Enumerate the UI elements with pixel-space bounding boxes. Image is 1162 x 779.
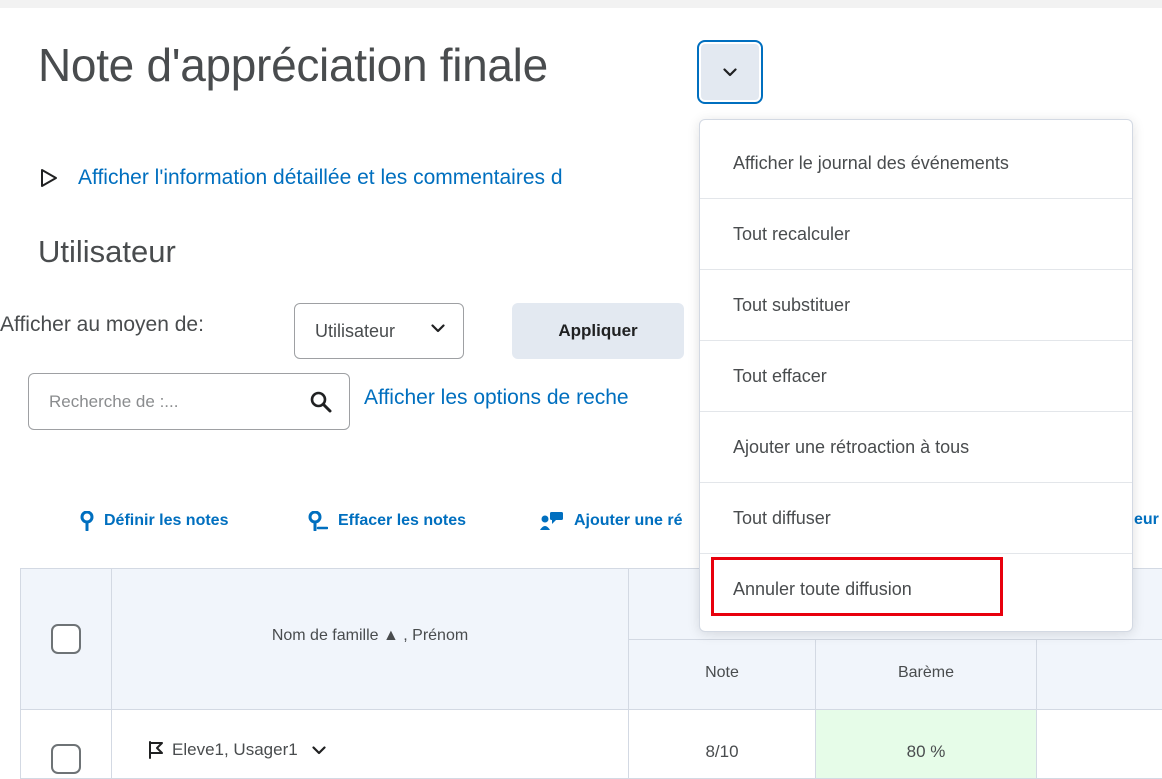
row-name-label: Eleve1, Usager1 xyxy=(172,740,298,759)
details-link[interactable]: Afficher l'information détaillée et les … xyxy=(78,166,563,190)
section-title: Utilisateur xyxy=(38,234,176,269)
clear-grades-button[interactable]: Effacer les notes xyxy=(308,511,466,531)
scheme-col-label: Barème xyxy=(897,664,955,681)
menu-item-add-feedback-all[interactable]: Ajouter une rétroaction à tous xyxy=(700,412,1132,483)
row-name[interactable]: Eleve1, Usager1 xyxy=(148,740,326,760)
grade-col-header: Note xyxy=(628,639,816,710)
menu-item-release-all[interactable]: Tout diffuser xyxy=(700,483,1132,554)
select-all-checkbox[interactable] xyxy=(51,624,81,654)
set-grades-button[interactable]: Définir les notes xyxy=(80,511,228,531)
feedback-icon xyxy=(540,512,563,530)
search-placeholder: Recherche de :... xyxy=(49,391,179,411)
pin-clear-icon xyxy=(308,511,328,531)
title-dropdown-menu: Afficher le journal des événements Tout … xyxy=(699,119,1133,632)
view-by-label: Afficher au moyen de: xyxy=(0,313,204,336)
set-grades-label: Définir les notes xyxy=(104,512,229,529)
row-grade: 8/10 xyxy=(705,742,739,761)
menu-item-override-all[interactable]: Tout substituer xyxy=(700,270,1132,341)
triangle-right-icon xyxy=(41,169,57,187)
row-select-cell xyxy=(20,709,112,779)
select-all-cell xyxy=(20,568,112,710)
apply-button[interactable]: Appliquer xyxy=(512,303,684,359)
row-extra-cell xyxy=(1036,709,1162,779)
table-row-name-cell: Eleve1, Usager1 xyxy=(111,709,629,779)
chevron-down-icon xyxy=(431,324,445,333)
search-input[interactable]: Recherche de :... xyxy=(28,373,350,430)
flag-icon xyxy=(149,741,163,759)
row-scheme: 80 % xyxy=(906,742,946,761)
grade-col-label: Note xyxy=(705,664,739,681)
view-by-select[interactable]: Utilisateur xyxy=(294,303,464,359)
add-feedback-button[interactable]: Ajouter une ré xyxy=(540,511,682,531)
add-feedback-label: Ajouter une ré xyxy=(574,512,683,529)
row-scheme-cell: 80 % xyxy=(815,709,1037,779)
toolbar-truncated-item[interactable]: eur xyxy=(1134,511,1159,529)
details-expander[interactable]: Afficher l'information détaillée et les … xyxy=(38,166,563,190)
menu-item-unrelease-all[interactable]: Annuler toute diffusion xyxy=(700,554,1132,625)
clear-grades-label: Effacer les notes xyxy=(338,512,467,529)
name-header-cell[interactable]: Nom de famille ▲ , Prénom xyxy=(111,568,629,710)
search-options-link[interactable]: Afficher les options de reche xyxy=(364,386,700,410)
title-menu-button[interactable] xyxy=(697,40,763,104)
row-grade-cell: 8/10 xyxy=(628,709,816,779)
menu-item-recalculate-all[interactable]: Tout recalculer xyxy=(700,199,1132,270)
chevron-down-icon xyxy=(723,67,737,76)
view-by-selected: Utilisateur xyxy=(315,320,396,341)
extra-col-header xyxy=(1036,639,1162,710)
menu-item-clear-all[interactable]: Tout effacer xyxy=(700,341,1132,412)
pin-icon xyxy=(80,511,94,531)
search-icon[interactable] xyxy=(309,390,333,414)
chevron-down-icon[interactable] xyxy=(312,745,326,755)
name-header-label[interactable]: Nom de famille ▲ , Prénom xyxy=(112,627,628,645)
toolbar-truncated-label: eur xyxy=(1134,511,1159,528)
menu-item-event-log[interactable]: Afficher le journal des événements xyxy=(700,128,1132,199)
page-title: Note d'appréciation finale xyxy=(38,39,548,91)
scheme-col-header: Barème xyxy=(815,639,1037,710)
top-bar xyxy=(0,0,1162,8)
